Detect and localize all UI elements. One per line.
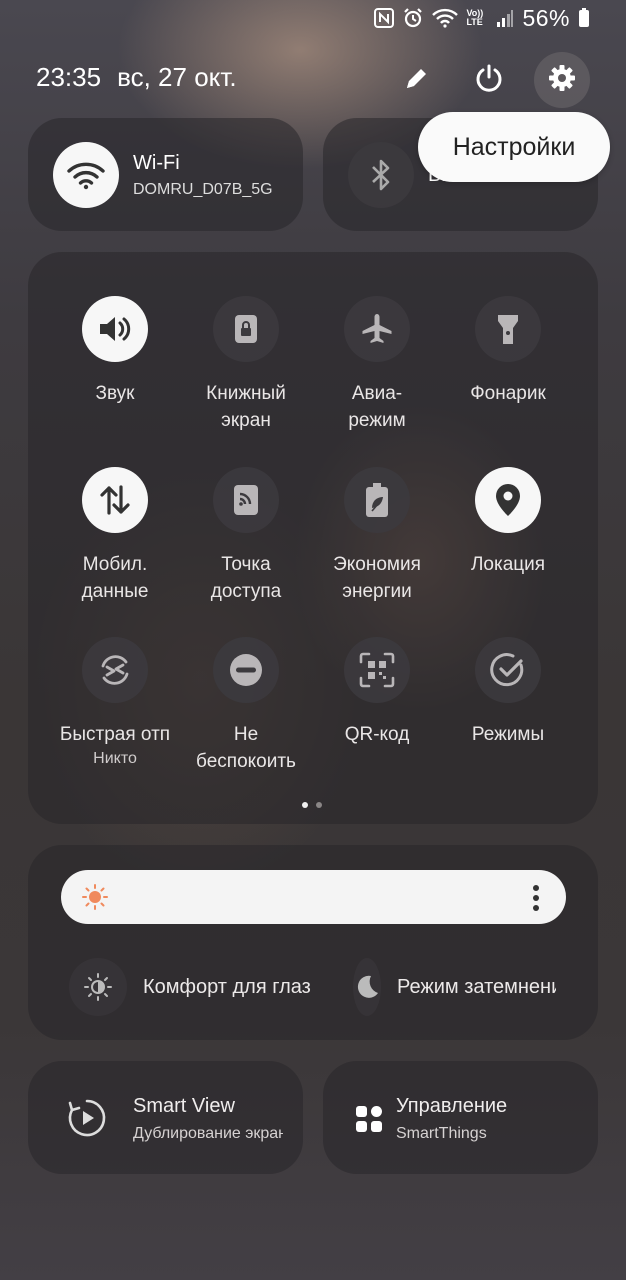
page-indicator: [302, 802, 322, 808]
tile-label-group: Звук: [50, 380, 180, 407]
mobile-data-icon: [82, 467, 148, 533]
tile-label: Звук: [95, 383, 135, 404]
bluetooth-tile-icon: [348, 142, 414, 208]
tile-label: Авиа- режим: [348, 383, 406, 431]
wifi-network-name: DOMRU_D07B_5G: [133, 181, 273, 198]
wifi-tile-icon: [53, 142, 119, 208]
tile-label: Локация: [470, 554, 546, 575]
power-saving-icon: [344, 467, 410, 533]
volte-icon: Vo)) LTE: [466, 8, 484, 27]
settings-icon: [547, 63, 577, 98]
battery-percent: 56%: [522, 4, 570, 31]
airplane-icon: [344, 296, 410, 362]
tile-label-group: Фонарик: [443, 380, 573, 407]
tile-label-group: Экономия энергии: [312, 551, 442, 605]
eye-comfort-icon: [69, 958, 127, 1016]
tile-label-group: Локация: [443, 551, 573, 578]
location-icon: [475, 467, 541, 533]
battery-icon: [578, 8, 590, 28]
portrait-lock-icon: [213, 296, 279, 362]
sound-icon: [82, 296, 148, 362]
signal-icon: [496, 8, 514, 28]
tile-label: Мобил. данные: [81, 554, 149, 602]
tile-label: QR-код: [344, 724, 410, 745]
tile-label: Экономия энергии: [333, 554, 421, 602]
edit-icon: [402, 63, 432, 98]
wifi-tile[interactable]: Wi-Fi DOMRU_D07B_5G: [28, 118, 303, 231]
tile-label-group: Не беспокоить: [181, 721, 311, 775]
page-dot: [316, 802, 322, 808]
smart-view-title: Smart View: [133, 1095, 235, 1117]
smart-view-subtitle: Дублирование экрана: [133, 1125, 283, 1142]
tile-label-group: Книжный экран: [181, 380, 311, 434]
smartthings-tile[interactable]: Управление SmartThings: [323, 1061, 598, 1174]
eye-comfort-toggle[interactable]: Комфорт для глаз: [69, 958, 319, 1016]
date-label: вс, 27 окт.: [117, 62, 237, 92]
tile-label-group: Мобил. данные: [50, 551, 180, 605]
dark-mode-toggle[interactable]: Режим затемнения: [353, 958, 556, 1016]
dark-mode-icon: [353, 958, 381, 1016]
smart-view-icon: [66, 1097, 108, 1144]
wifi-title: Wi-Fi: [133, 152, 180, 174]
tile-label-group: Точка доступа: [181, 551, 311, 605]
tile-sublabel: Никто: [93, 750, 137, 767]
tile-label-group: QR-код: [312, 721, 442, 748]
tile-label: Режимы: [471, 724, 545, 745]
qr-code-icon: [344, 637, 410, 703]
smart-view-tile[interactable]: Smart View Дублирование экрана: [28, 1061, 303, 1174]
flashlight-icon: [475, 296, 541, 362]
tile-label-group: Режимы: [443, 721, 573, 748]
dark-mode-label: Режим затемнения: [397, 975, 556, 998]
page-dot-active: [302, 802, 308, 808]
tile-label: Книжный экран: [206, 383, 286, 431]
nfc-icon: [374, 8, 395, 28]
tile-label: Точка доступа: [210, 554, 282, 602]
do-not-disturb-icon: [213, 637, 279, 703]
tile-label-group: Быстрая отп Никто: [50, 721, 180, 768]
power-icon: [473, 62, 505, 99]
sun-icon: [81, 883, 109, 916]
smartthings-title: Управление: [396, 1095, 508, 1117]
eye-comfort-label: Комфорт для глаз: [143, 975, 311, 998]
tile-label: Не беспокоить: [196, 724, 296, 772]
settings-tooltip: Настройки: [418, 112, 610, 182]
power-button[interactable]: [461, 52, 517, 108]
smartthings-icon: [355, 1105, 383, 1138]
header-datetime: 23:35 вс, 27 окт.: [36, 62, 237, 93]
alarm-icon: [402, 7, 424, 29]
tile-label: Быстрая отп: [59, 724, 171, 745]
brightness-slider[interactable]: [61, 870, 566, 924]
settings-button[interactable]: [534, 52, 590, 108]
more-vert-icon[interactable]: [532, 884, 540, 917]
clock-time: 23:35: [36, 62, 102, 92]
modes-icon: [475, 637, 541, 703]
edit-button[interactable]: [389, 52, 445, 108]
smartthings-subtitle: SmartThings: [396, 1125, 487, 1142]
status-bar: Vo)) LTE 56%: [374, 0, 590, 36]
hotspot-icon: [213, 467, 279, 533]
tile-label: Фонарик: [470, 383, 546, 404]
wifi-icon: [432, 8, 459, 28]
quick-share-icon: [82, 637, 148, 703]
tile-label-group: Авиа- режим: [312, 380, 442, 434]
